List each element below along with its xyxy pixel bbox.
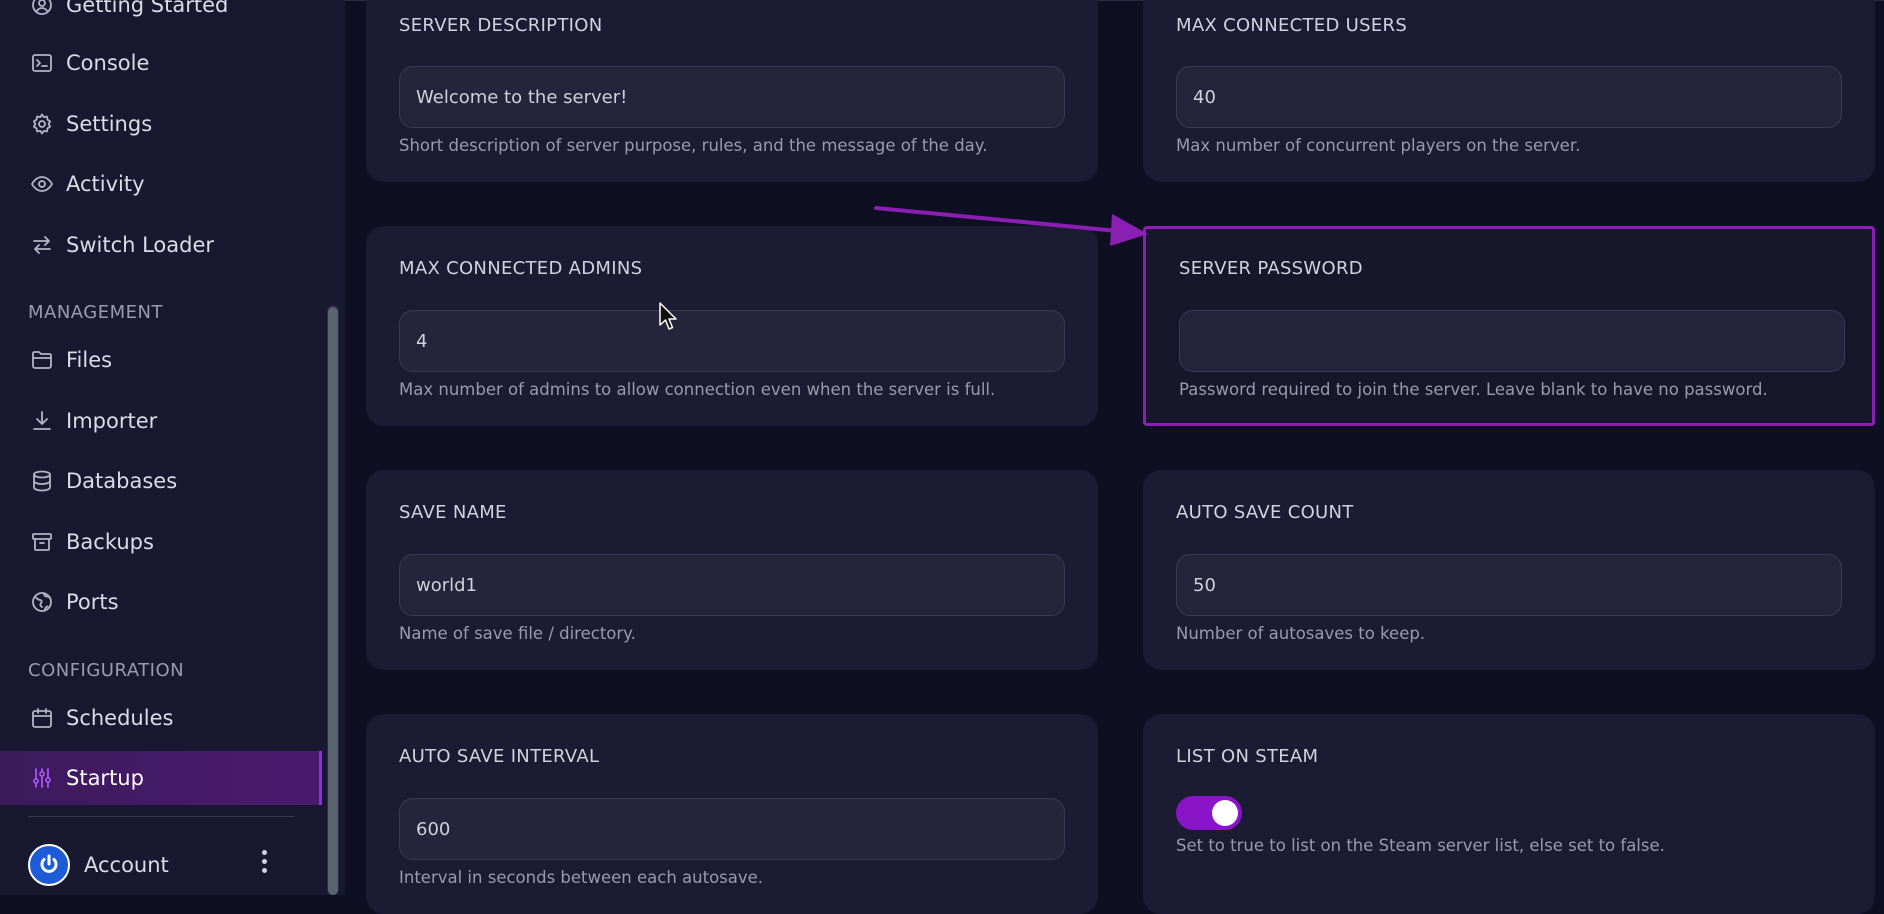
- sidebar-item-label: Switch Loader: [66, 233, 215, 257]
- section-title-management: MANAGEMENT: [28, 302, 163, 323]
- max-connected-admins-input[interactable]: [399, 310, 1065, 372]
- sliders-icon: [28, 764, 56, 792]
- field-label: SAVE NAME: [399, 502, 507, 523]
- card-max-connected-admins: MAX CONNECTED ADMINS Max number of admin…: [366, 226, 1098, 426]
- sidebar-item-label: Backups: [66, 530, 154, 554]
- sidebar-item-activity[interactable]: Activity: [0, 157, 322, 211]
- sidebar-item-label: Startup: [66, 766, 144, 790]
- gear-icon: [28, 110, 56, 138]
- sidebar-item-label: Settings: [66, 112, 153, 136]
- auto-save-interval-input[interactable]: [399, 798, 1065, 860]
- card-list-on-steam: LIST ON STEAM Set to true to list on the…: [1143, 714, 1875, 914]
- eye-icon: [28, 170, 56, 198]
- sidebar-item-label: Databases: [66, 469, 178, 493]
- sidebar-item-getting-started[interactable]: Getting Started: [0, 0, 322, 32]
- sidebar-item-schedules[interactable]: Schedules: [0, 691, 322, 745]
- card-max-connected-users: MAX CONNECTED USERS Max number of concur…: [1143, 0, 1875, 182]
- sidebar-divider: [28, 816, 294, 817]
- sidebar-item-databases[interactable]: Databases: [0, 454, 322, 508]
- sidebar-item-label: Importer: [66, 409, 158, 433]
- field-label: AUTO SAVE INTERVAL: [399, 746, 600, 767]
- auto-save-count-input[interactable]: [1176, 554, 1842, 616]
- more-options-icon[interactable]: [262, 850, 267, 873]
- field-help: Short description of server purpose, rul…: [399, 136, 988, 155]
- field-help: Max number of admins to allow connection…: [399, 380, 996, 399]
- terminal-icon: [28, 49, 56, 77]
- field-label: AUTO SAVE COUNT: [1176, 502, 1354, 523]
- toggle-knob: [1212, 800, 1238, 826]
- download-icon: [28, 407, 56, 435]
- card-server-description: SERVER DESCRIPTION Short description of …: [366, 0, 1098, 182]
- archive-icon: [28, 528, 56, 556]
- sidebar: Getting Started Console Settings Activit…: [0, 0, 345, 895]
- server-password-input[interactable]: [1179, 310, 1845, 372]
- sidebar-item-label: Ports: [66, 590, 119, 614]
- sidebar-scrollbar-thumb[interactable]: [328, 307, 338, 895]
- server-description-input[interactable]: [399, 66, 1065, 128]
- startup-variables: SERVER DESCRIPTION Short description of …: [345, 0, 1884, 914]
- field-help: Password required to join the server. Le…: [1179, 380, 1768, 399]
- field-help: Number of autosaves to keep.: [1176, 624, 1426, 643]
- sidebar-item-files[interactable]: Files: [0, 333, 322, 387]
- field-label: MAX CONNECTED ADMINS: [399, 258, 643, 279]
- field-help: Name of save file / directory.: [399, 624, 636, 643]
- power-icon: [40, 854, 58, 873]
- sidebar-account[interactable]: Account: [0, 838, 322, 892]
- sidebar-item-ports[interactable]: Ports: [0, 575, 322, 629]
- list-on-steam-toggle[interactable]: [1176, 796, 1242, 830]
- sidebar-item-settings[interactable]: Settings: [0, 97, 322, 151]
- sidebar-item-label: Schedules: [66, 706, 174, 730]
- card-auto-save-interval: AUTO SAVE INTERVAL Interval in seconds b…: [366, 714, 1098, 914]
- sidebar-item-switch-loader[interactable]: Switch Loader: [0, 218, 322, 272]
- field-label: LIST ON STEAM: [1176, 746, 1319, 767]
- field-help: Set to true to list on the Steam server …: [1176, 836, 1665, 855]
- field-label: MAX CONNECTED USERS: [1176, 15, 1408, 36]
- max-connected-users-input[interactable]: [1176, 66, 1842, 128]
- user-circle-icon: [28, 0, 56, 19]
- field-label: SERVER PASSWORD: [1179, 258, 1363, 279]
- sidebar-item-console[interactable]: Console: [0, 36, 322, 90]
- field-help: Interval in seconds between each autosav…: [399, 868, 764, 887]
- calendar-icon: [28, 704, 56, 732]
- field-label: SERVER DESCRIPTION: [399, 15, 603, 36]
- sidebar-item-label: Console: [66, 51, 150, 75]
- globe-icon: [28, 588, 56, 616]
- sidebar-item-label: Getting Started: [66, 0, 229, 17]
- section-title-configuration: CONFIGURATION: [28, 660, 185, 681]
- sidebar-item-backups[interactable]: Backups: [0, 515, 322, 569]
- sidebar-item-startup[interactable]: Startup: [0, 751, 322, 805]
- account-label: Account: [84, 853, 169, 877]
- sidebar-item-label: Activity: [66, 172, 145, 196]
- card-server-password: SERVER PASSWORD Password required to joi…: [1143, 226, 1875, 426]
- mouse-cursor-icon: [659, 302, 677, 330]
- save-name-input[interactable]: [399, 554, 1065, 616]
- sidebar-item-label: Files: [66, 348, 113, 372]
- card-auto-save-count: AUTO SAVE COUNT Number of autosaves to k…: [1143, 470, 1875, 670]
- field-help: Max number of concurrent players on the …: [1176, 136, 1581, 155]
- database-icon: [28, 467, 56, 495]
- card-save-name: SAVE NAME Name of save file / directory.: [366, 470, 1098, 670]
- folder-icon: [28, 346, 56, 374]
- sidebar-item-importer[interactable]: Importer: [0, 394, 322, 448]
- avatar: [28, 844, 70, 886]
- switch-arrows-icon: [28, 231, 56, 259]
